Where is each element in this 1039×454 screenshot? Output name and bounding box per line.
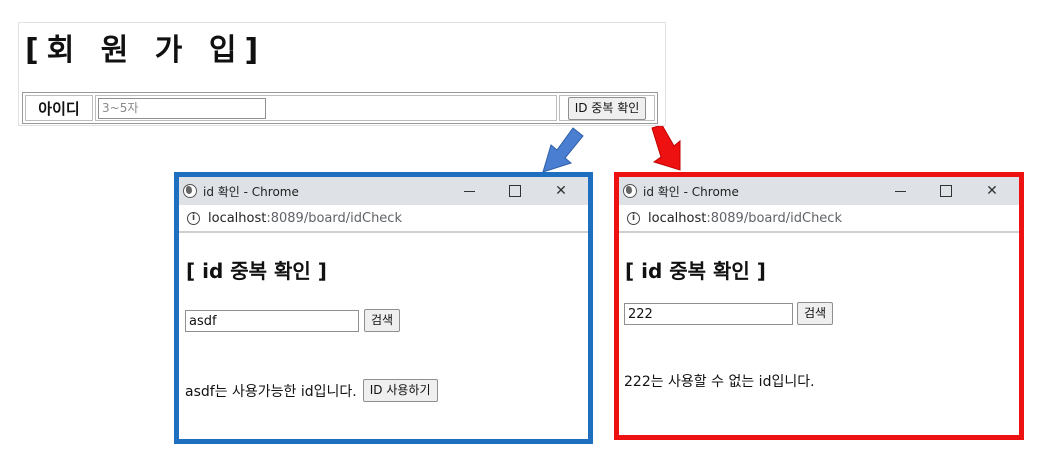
id-row-table: 아이디 ID 중복 확인 <box>22 92 658 124</box>
result-message: asdf는 사용가능한 id입니다. <box>185 383 357 400</box>
popup-heading: [ id 중복 확인 ] <box>625 259 766 283</box>
maximize-icon[interactable] <box>492 177 538 205</box>
signup-form-panel: [회 원 가 입] 아이디 ID 중복 확인 <box>18 22 666 126</box>
use-id-button[interactable]: ID 사용하기 <box>362 379 438 402</box>
address-bar[interactable]: i localhost:8089/board/idCheck <box>179 205 588 233</box>
info-icon[interactable]: i <box>187 211 200 225</box>
window-titlebar: id 확인 - Chrome ✕ <box>619 177 1019 205</box>
id-duplicate-check-button[interactable]: ID 중복 확인 <box>567 96 647 120</box>
minimize-icon[interactable] <box>446 177 492 205</box>
url-path: :8089/board/idCheck <box>706 210 842 226</box>
url-path: :8089/board/idCheck <box>266 210 402 226</box>
id-input-cell <box>95 95 557 121</box>
globe-icon <box>183 184 197 198</box>
popup-heading: [ id 중복 확인 ] <box>186 259 327 283</box>
close-icon[interactable]: ✕ <box>969 177 1015 205</box>
id-label: 아이디 <box>25 95 93 121</box>
window-titlebar: id 확인 - Chrome ✕ <box>179 177 588 205</box>
result-row: asdf는 사용가능한 id입니다. ID 사용하기 <box>185 379 438 402</box>
arrow-down-right-icon <box>651 126 681 171</box>
window-title: id 확인 - Chrome <box>203 184 299 199</box>
window-controls: ✕ <box>446 177 584 205</box>
globe-icon <box>623 184 637 198</box>
search-button[interactable]: 검색 <box>364 309 401 332</box>
address-bar[interactable]: i localhost:8089/board/idCheck <box>619 205 1019 233</box>
arrow-down-left-icon <box>542 127 584 173</box>
check-button-cell: ID 중복 확인 <box>559 95 655 121</box>
result-message: 222는 사용할 수 없는 id입니다. <box>624 374 815 390</box>
window-controls: ✕ <box>877 177 1015 205</box>
page-title: [회 원 가 입] <box>25 33 267 68</box>
popup-window-unavailable: id 확인 - Chrome ✕ i localhost:8089/board/… <box>614 172 1024 440</box>
search-input[interactable] <box>624 303 793 325</box>
window-title: id 확인 - Chrome <box>643 184 739 199</box>
search-button[interactable]: 검색 <box>797 302 834 325</box>
maximize-icon[interactable] <box>923 177 969 205</box>
url-host: localhost <box>648 210 707 226</box>
id-input[interactable] <box>98 97 266 119</box>
url-host: localhost <box>208 210 267 226</box>
popup-window-available: id 확인 - Chrome ✕ i localhost:8089/board/… <box>174 172 593 444</box>
info-icon[interactable]: i <box>627 211 640 225</box>
close-icon[interactable]: ✕ <box>538 177 584 205</box>
search-input[interactable] <box>185 310 359 332</box>
minimize-icon[interactable] <box>877 177 923 205</box>
